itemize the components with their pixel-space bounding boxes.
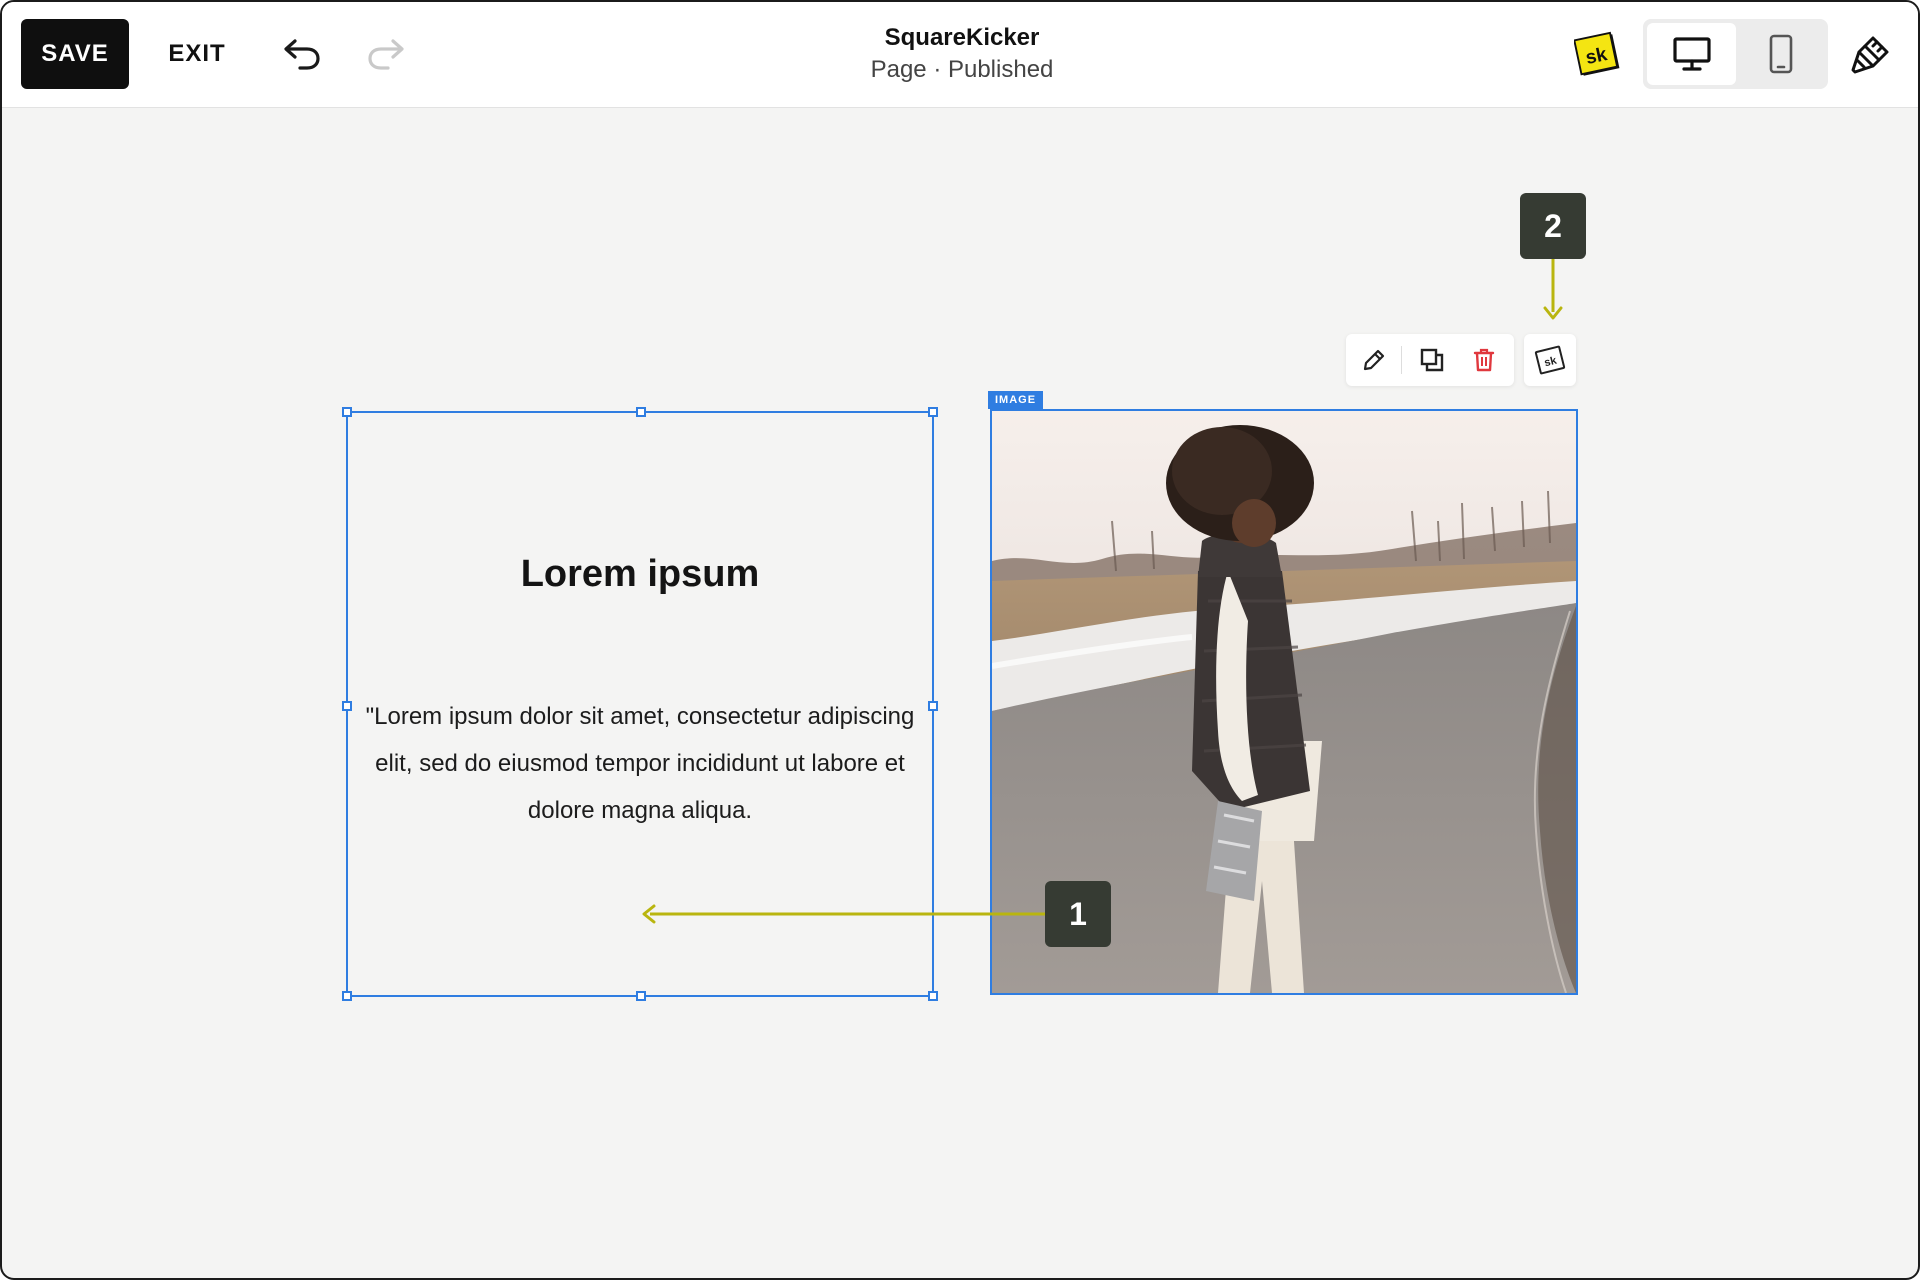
duplicate-icon [1420, 348, 1444, 372]
mobile-view-button[interactable] [1738, 23, 1824, 85]
design-brush-button[interactable] [1842, 30, 1898, 80]
callout-arrows [642, 259, 1563, 924]
paint-brush-icon [1851, 36, 1889, 74]
mobile-icon [1769, 34, 1793, 74]
squarekicker-icon: sk [1534, 345, 1566, 375]
resize-handle-bottom-left[interactable] [342, 991, 352, 1001]
squarekicker-logo[interactable]: sk [1574, 31, 1622, 78]
top-toolbar: SAVE EXIT SquareKicker Page · Published [2, 2, 1918, 108]
delete-block-button[interactable] [1464, 342, 1504, 378]
resize-handle-bottom-right[interactable] [928, 991, 938, 1001]
text-block[interactable]: Lorem ipsum "Lorem ipsum dolor sit amet,… [342, 407, 938, 1001]
undo-icon [284, 39, 320, 70]
block-heading[interactable]: Lorem ipsum [348, 553, 932, 596]
save-button[interactable]: SAVE [21, 19, 129, 89]
page-canvas[interactable]: Lorem ipsum "Lorem ipsum dolor sit amet,… [2, 108, 1918, 1278]
resize-handle-bottom[interactable] [636, 991, 646, 1001]
callout-arrow-2-head [1543, 306, 1563, 320]
page-title-group: SquareKicker Page · Published [762, 22, 1162, 86]
image-block-tag: IMAGE [988, 391, 1044, 409]
redo-icon [368, 39, 404, 70]
pencil-icon [1363, 349, 1385, 371]
resize-handle-top[interactable] [636, 407, 646, 417]
redo-button[interactable] [358, 30, 414, 78]
block-body-text[interactable]: "Lorem ipsum dolor sit amet, consectetur… [348, 693, 932, 834]
exit-button[interactable]: EXIT [152, 19, 242, 89]
callout-badge-2: 2 [1520, 193, 1586, 259]
duplicate-block-button[interactable] [1412, 342, 1452, 378]
callout-badge-1: 1 [1045, 881, 1111, 947]
desktop-view-button[interactable] [1647, 23, 1736, 85]
toolbar-divider [1401, 346, 1402, 374]
editor-window: SAVE EXIT SquareKicker Page · Published [0, 0, 1920, 1280]
squarekicker-block-button[interactable]: sk [1524, 334, 1576, 386]
resize-handle-top-right[interactable] [928, 407, 938, 417]
resize-handle-top-left[interactable] [342, 407, 352, 417]
block-toolbar [1346, 334, 1514, 386]
device-toggle [1643, 19, 1828, 89]
trash-icon [1473, 348, 1495, 372]
squarekicker-logo-icon: sk [1574, 31, 1620, 76]
undo-button[interactable] [274, 30, 330, 78]
edit-block-button[interactable] [1354, 342, 1394, 378]
page-status: Page · Published [870, 56, 1054, 83]
desktop-icon [1672, 37, 1711, 71]
site-name: SquareKicker [884, 24, 1040, 51]
